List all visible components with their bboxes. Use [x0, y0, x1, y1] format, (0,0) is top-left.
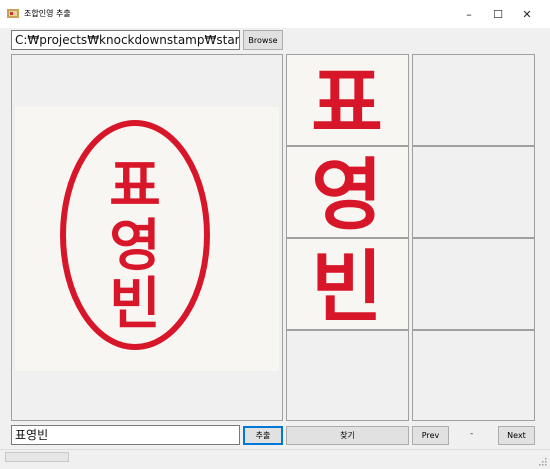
stamp-preview-panel: 표 영 빈: [11, 54, 283, 421]
stamp-char-3: 빈: [109, 271, 161, 337]
result-cell-4[interactable]: [412, 330, 535, 421]
browse-button[interactable]: Browse: [243, 30, 283, 50]
resize-grip-icon[interactable]: [537, 456, 547, 466]
close-button[interactable]: ✕: [510, 0, 544, 28]
next-button[interactable]: Next: [498, 426, 535, 445]
extract-button[interactable]: 추출: [243, 426, 283, 445]
result-cell-3[interactable]: [412, 238, 535, 330]
app-icon: [7, 9, 19, 18]
result-cell-2[interactable]: [412, 146, 535, 238]
stamp-image: 표 영 빈: [15, 107, 279, 371]
glyph-cell-4[interactable]: [286, 330, 409, 421]
stamp-drawing: 표 영 빈: [60, 120, 210, 350]
status-progress-bar: [5, 452, 69, 462]
prev-button[interactable]: Prev: [412, 426, 449, 445]
glyph-cell-3[interactable]: 빈: [286, 238, 409, 330]
result-cell-1[interactable]: [412, 54, 535, 146]
glyph-char-1: 표: [311, 58, 383, 145]
glyph-char-3: 빈: [311, 242, 383, 329]
stamp-char-2: 영: [109, 213, 161, 279]
page-indicator: -: [470, 429, 474, 439]
glyph-image-2: 영: [287, 147, 408, 237]
path-input[interactable]: C:₩projects₩knockdownstamp₩stamp₩: [11, 30, 240, 50]
find-button[interactable]: 찾기: [286, 426, 409, 445]
stamp-char-1: 표: [109, 153, 161, 219]
name-input[interactable]: 표영빈: [11, 425, 240, 445]
status-bar: [0, 449, 550, 469]
glyph-cell-2[interactable]: 영: [286, 146, 409, 238]
window-title: 조합인영 추출: [24, 9, 71, 18]
glyph-image-3: 빈: [287, 239, 408, 329]
glyph-image-1: 표: [287, 55, 408, 145]
glyph-char-2: 영: [311, 150, 383, 237]
glyph-cell-1[interactable]: 표: [286, 54, 409, 146]
